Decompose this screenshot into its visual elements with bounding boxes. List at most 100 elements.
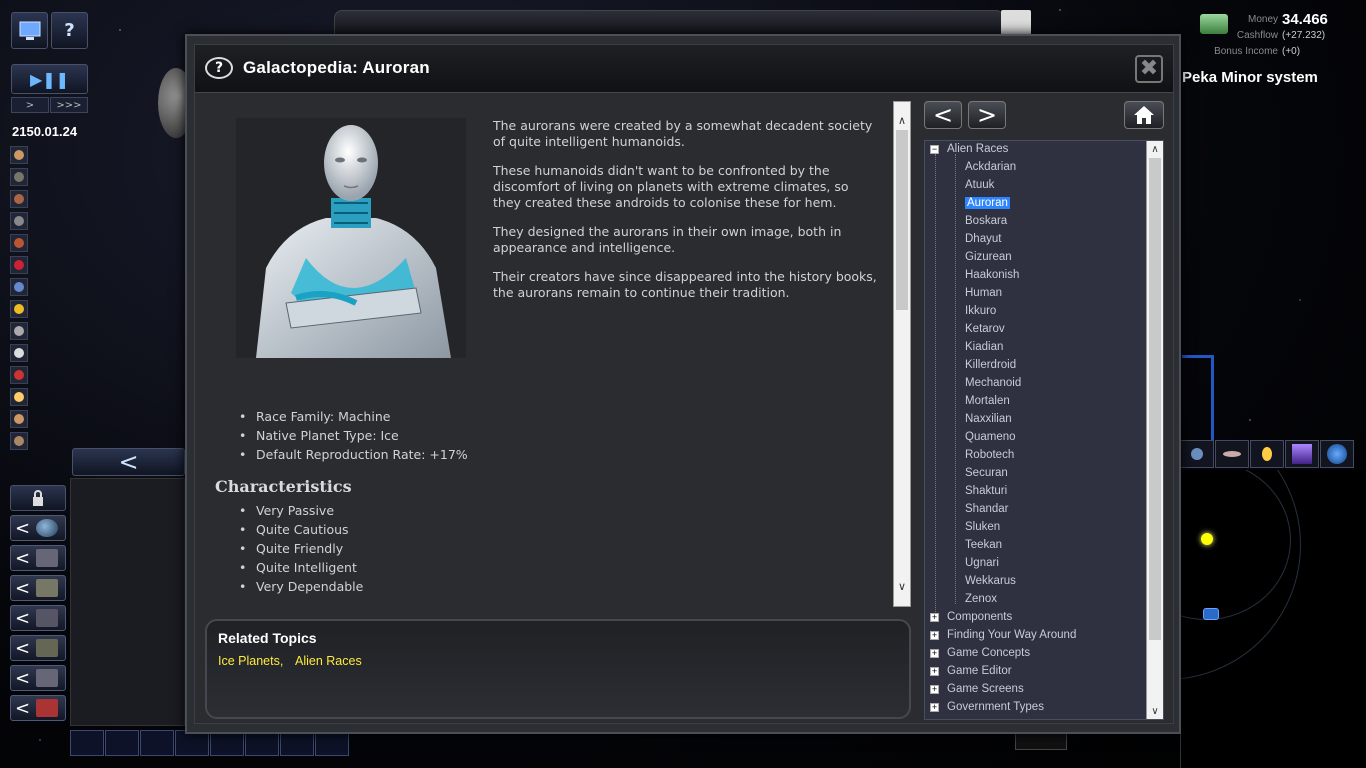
toolbar-ships-button[interactable] (10, 190, 28, 208)
tree-item-boskara[interactable]: Boskara (965, 213, 1007, 230)
money-panel: Money 34.466 Cashflow (+27.232) Bonus In… (1200, 11, 1350, 62)
bases-list-button[interactable]: < (10, 665, 66, 691)
toolbar-research-button[interactable] (10, 168, 28, 186)
tree-item-gizurean[interactable]: Gizurean (965, 249, 1012, 266)
queue-slot[interactable] (105, 730, 139, 756)
scrollbar-thumb[interactable] (1149, 158, 1161, 640)
tree-item-ikkuro[interactable]: Ikkuro (965, 303, 996, 320)
toolbar-ideas-button[interactable] (10, 388, 28, 406)
tree-item-sluken[interactable]: Sluken (965, 519, 1000, 536)
tree-item-mortalen[interactable]: Mortalen (965, 393, 1010, 410)
tree-item-kiadian[interactable]: Kiadian (965, 339, 1003, 356)
tree-item-zenox[interactable]: Zenox (965, 591, 997, 608)
tree-item-auroran[interactable]: Auroran (965, 195, 1010, 212)
filter-stars-button[interactable] (1250, 440, 1284, 468)
toolbar-colonies-button[interactable] (10, 146, 28, 164)
expand-icon[interactable]: + (930, 703, 939, 712)
home-button[interactable] (1124, 101, 1164, 129)
soldier-icon (14, 238, 24, 248)
filter-galaxy-button[interactable] (1320, 440, 1354, 468)
pirates-list-button[interactable]: < (10, 695, 66, 721)
tree-item-mechanoid[interactable]: Mechanoid (965, 375, 1021, 392)
tree-item-human[interactable]: Human (965, 285, 1002, 302)
expand-icon[interactable]: + (930, 685, 939, 694)
chevron-left-icon: < (932, 101, 954, 129)
expand-icon[interactable]: + (930, 631, 939, 640)
top-message-button[interactable] (1001, 10, 1031, 36)
collapse-icon[interactable]: − (930, 145, 939, 154)
creatures-list-button[interactable]: < (10, 605, 66, 631)
toolbar-construction-button[interactable] (10, 212, 28, 230)
related-link-alien-races[interactable]: Alien Races (295, 654, 362, 668)
tree-item-atuuk[interactable]: Atuuk (965, 177, 994, 194)
scroll-down-arrow[interactable]: ∨ (1147, 703, 1163, 719)
tree-item-wekkarus[interactable]: Wekkarus (965, 573, 1016, 590)
characteristics-list: Very Passive Quite Cautious Quite Friend… (239, 503, 363, 598)
tree-item-securan[interactable]: Securan (965, 465, 1008, 482)
toolbar-pirates-button[interactable] (10, 344, 28, 362)
queue-slot[interactable] (140, 730, 174, 756)
expand-icon[interactable]: + (930, 613, 939, 622)
play-pause-button[interactable]: ▶❚❚ (11, 64, 88, 94)
planets-list-button[interactable]: < (10, 515, 66, 541)
race-portrait (236, 118, 466, 358)
toolbar-empire-button[interactable] (10, 278, 28, 296)
dialog-title: Galactopedia: Auroran (243, 58, 430, 77)
toolbar-troops-button[interactable] (10, 234, 28, 252)
tree-item-ketarov[interactable]: Ketarov (965, 321, 1005, 338)
ship-icon (36, 549, 59, 567)
filter-planets-button[interactable] (1180, 440, 1214, 468)
tree-item-ugnari[interactable]: Ugnari (965, 555, 999, 572)
characters-list-button[interactable]: < (10, 635, 66, 661)
flower-icon (14, 260, 24, 270)
scroll-up-arrow[interactable]: ∧ (894, 112, 910, 128)
expand-icon[interactable]: + (930, 667, 939, 676)
dialog-header: ? Galactopedia: Auroran ✖ (195, 45, 1173, 93)
toolbar-energy-button[interactable] (10, 300, 28, 318)
tree-item-shandar[interactable]: Shandar (965, 501, 1008, 518)
tree-item-quameno[interactable]: Quameno (965, 429, 1016, 446)
ships-list-button[interactable]: < (10, 545, 66, 571)
troops-list-button[interactable]: < (10, 575, 66, 601)
nav-forward-button[interactable]: > (968, 101, 1006, 129)
queue-slot[interactable] (70, 730, 104, 756)
bonus-income-label: Bonus Income (1214, 46, 1278, 57)
speed-fast-button[interactable]: >>> (50, 97, 88, 113)
toolbar-planets-button[interactable] (10, 432, 28, 450)
tree-item-ackdarian[interactable]: Ackdarian (965, 159, 1016, 176)
computer-menu-button[interactable] (11, 12, 48, 49)
tree-item-robotech[interactable]: Robotech (965, 447, 1014, 464)
tree-scrollbar[interactable]: ∧ ∨ (1146, 141, 1163, 719)
top-message-bar[interactable] (334, 10, 1004, 36)
tree-item-naxxilian[interactable]: Naxxilian (965, 411, 1012, 428)
game-date: 2150.01.24 (12, 124, 78, 139)
fleet-marker[interactable] (1203, 608, 1219, 620)
system-name: Peka Minor system (1182, 69, 1318, 86)
filter-nebula-button[interactable] (1285, 440, 1319, 468)
sun-marker[interactable] (1201, 533, 1213, 545)
toolbar-galaxy-button[interactable] (10, 410, 28, 428)
scroll-down-arrow[interactable]: ∨ (894, 578, 910, 594)
tree-item-haakonish[interactable]: Haakonish (965, 267, 1019, 284)
toolbar-diplomacy-button[interactable] (10, 256, 28, 274)
tree-item-teekan[interactable]: Teekan (965, 537, 1002, 554)
tree-item-shakturi[interactable]: Shakturi (965, 483, 1007, 500)
speed-slow-button[interactable]: > (11, 97, 49, 113)
article-scrollbar[interactable]: ∧ ∨ (893, 101, 911, 607)
expand-icon[interactable]: + (930, 649, 939, 658)
tree-item-killerdroid[interactable]: Killerdroid (965, 357, 1016, 374)
panel-collapse-button[interactable]: < (72, 448, 185, 476)
help-button[interactable]: ? (51, 12, 88, 49)
race-description: The aurorans were created by a somewhat … (493, 118, 878, 314)
toolbar-military-button[interactable] (10, 366, 28, 384)
nav-back-button[interactable]: < (924, 101, 962, 129)
close-button[interactable]: ✖ (1135, 55, 1163, 83)
filter-gas-giants-button[interactable] (1215, 440, 1249, 468)
tree-item-dhayut[interactable]: Dhayut (965, 231, 1001, 248)
lock-button[interactable] (10, 485, 66, 511)
scrollbar-thumb[interactable] (896, 130, 908, 310)
scroll-up-arrow[interactable]: ∧ (1147, 141, 1163, 157)
system-minimap[interactable] (1180, 470, 1366, 768)
toolbar-race-button[interactable] (10, 322, 28, 340)
related-link-ice-planets[interactable]: Ice Planets, (218, 654, 283, 668)
